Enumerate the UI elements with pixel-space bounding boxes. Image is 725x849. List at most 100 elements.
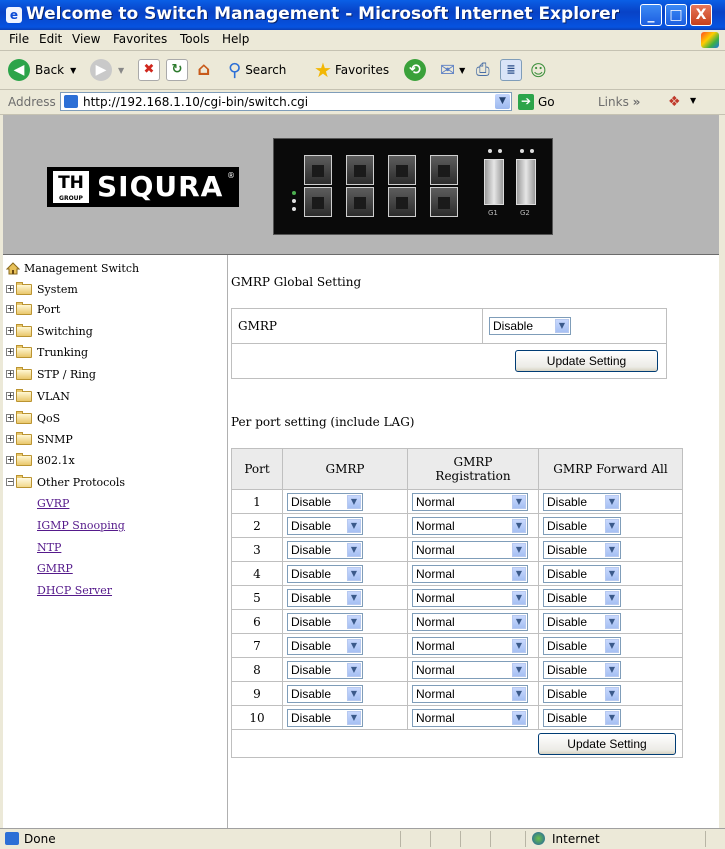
menu-help[interactable]: Help (222, 32, 249, 46)
registration-select[interactable]: Normal ▼ (412, 708, 528, 727)
expand-plus-icon[interactable]: + (6, 456, 14, 464)
global-gmrp-select[interactable]: Disable ▼ (489, 317, 571, 335)
home-icon (6, 261, 20, 274)
menu-favorites[interactable]: Favorites (113, 32, 167, 46)
registration-cell: Normal ▼ (407, 681, 539, 706)
gmrp-select[interactable]: Disable ▼ (287, 588, 363, 607)
sidebar-item-snmp[interactable]: + SNMP (6, 430, 73, 448)
registration-select[interactable]: Normal ▼ (412, 612, 528, 631)
forward-all-select[interactable]: Disable ▼ (543, 636, 621, 655)
registration-select[interactable]: Normal ▼ (412, 636, 528, 655)
collapse-minus-icon[interactable]: − (6, 478, 14, 486)
expand-plus-icon[interactable]: + (6, 305, 14, 313)
sidebar-item-stp-ring[interactable]: + STP / Ring (6, 365, 96, 383)
gmrp-select[interactable]: Disable ▼ (287, 684, 363, 703)
menu-view[interactable]: View (72, 32, 100, 46)
open-folder-icon (16, 474, 32, 488)
maximize-button[interactable]: □ (665, 4, 687, 26)
favorites-star-icon: ★ (314, 58, 332, 82)
registration-select[interactable]: Normal ▼ (412, 588, 528, 607)
gmrp-select[interactable]: Disable ▼ (287, 636, 363, 655)
print-button[interactable]: ⎙ (476, 58, 490, 82)
sidebar-item-switching[interactable]: + Switching (6, 322, 93, 340)
sidebar-item-system[interactable]: + System (6, 280, 78, 298)
home-button[interactable]: ⌂ (194, 58, 214, 82)
expand-plus-icon[interactable]: + (6, 392, 14, 400)
port-number: 5 (231, 585, 283, 610)
forward-all-select[interactable]: Disable ▼ (543, 540, 621, 559)
sidebar-item-port[interactable]: + Port (6, 300, 60, 318)
forward-all-select[interactable]: Disable ▼ (543, 516, 621, 535)
menu-tools[interactable]: Tools (180, 32, 210, 46)
close-button[interactable]: X (690, 4, 712, 26)
forward-button[interactable]: ▶ ▼ (90, 58, 124, 82)
forward-all-select[interactable]: Disable ▼ (543, 684, 621, 703)
registration-select[interactable]: Normal ▼ (412, 540, 528, 559)
forward-all-select[interactable]: Disable ▼ (543, 564, 621, 583)
back-button[interactable]: ◀ Back ▼ (8, 58, 76, 82)
registration-select[interactable]: Normal ▼ (412, 492, 528, 511)
expand-plus-icon[interactable]: + (6, 370, 14, 378)
registration-cell: Normal ▼ (407, 561, 539, 586)
sidebar-link-igmp-snooping[interactable]: IGMP Snooping (37, 519, 125, 532)
favorites-button[interactable]: ★ Favorites (314, 58, 389, 82)
refresh-button[interactable]: ↻ (166, 58, 188, 82)
forward-all-select[interactable]: Disable ▼ (543, 708, 621, 727)
forward-all-select[interactable]: Disable ▼ (543, 492, 621, 511)
sidebar-item-qos[interactable]: + QoS (6, 409, 60, 427)
sidebar-item-other-protocols[interactable]: − Other Protocols (6, 473, 125, 491)
forward-all-select[interactable]: Disable ▼ (543, 612, 621, 631)
forward-all-select[interactable]: Disable ▼ (543, 588, 621, 607)
menu-file[interactable]: File (9, 32, 29, 46)
forward-all-select[interactable]: Disable ▼ (543, 660, 621, 679)
registration-select[interactable]: Normal ▼ (412, 564, 528, 583)
registration-select[interactable]: Normal ▼ (412, 516, 528, 535)
page-done-icon (5, 832, 19, 845)
chevron-down-icon: ▼ (605, 662, 619, 677)
edit-page-icon: ≣ (500, 59, 522, 81)
gmrp-select[interactable]: Disable ▼ (287, 564, 363, 583)
sidebar-link-gvrp[interactable]: GVRP (37, 497, 69, 510)
messenger-button[interactable]: ☺ (530, 58, 547, 82)
history-button[interactable]: ⟲ (404, 58, 426, 82)
sidebar-item-vlan[interactable]: + VLAN (6, 387, 70, 405)
gmrp-select[interactable]: Disable ▼ (287, 660, 363, 679)
mail-button[interactable]: ✉ ▼ (440, 58, 465, 82)
links-button[interactable]: Links » (598, 95, 640, 109)
select-value: Disable (291, 710, 332, 725)
sidebar-item-trunking[interactable]: + Trunking (6, 343, 88, 361)
address-input[interactable]: http://192.168.1.10/cgi-bin/switch.cgi ▼ (60, 92, 512, 111)
forward-all-cell: Disable ▼ (538, 609, 683, 634)
gmrp-select[interactable]: Disable ▼ (287, 492, 363, 511)
address-dropdown-icon[interactable]: ▼ (495, 94, 510, 109)
gmrp-select[interactable]: Disable ▼ (287, 540, 363, 559)
stop-button[interactable]: ✖ (138, 58, 160, 82)
gmrp-select[interactable]: Disable ▼ (287, 612, 363, 631)
edit-button[interactable]: ≣ (500, 58, 522, 82)
sfp-port-icon (516, 159, 536, 205)
minimize-button[interactable]: _ (640, 4, 662, 26)
sidebar-link-dhcp-server[interactable]: DHCP Server (37, 584, 112, 597)
extra-dropdown-icon[interactable]: ▼ (690, 96, 696, 105)
global-update-setting-button[interactable]: Update Setting (515, 350, 658, 372)
sidebar-link-gmrp[interactable]: GMRP (37, 562, 73, 575)
sidebar-link-ntp[interactable]: NTP (37, 541, 61, 554)
menu-edit[interactable]: Edit (39, 32, 62, 46)
select-value: Disable (291, 494, 332, 509)
sidebar-item-8021x[interactable]: +802.1x (6, 451, 75, 469)
expand-plus-icon[interactable]: + (6, 414, 14, 422)
registration-select[interactable]: Normal ▼ (412, 660, 528, 679)
go-button[interactable]: ➔ Go (518, 94, 555, 110)
per-port-update-setting-button[interactable]: Update Setting (538, 732, 676, 755)
expand-plus-icon[interactable]: + (6, 327, 14, 335)
search-button[interactable]: ⚲ Search (228, 58, 286, 82)
expand-plus-icon[interactable]: + (6, 435, 14, 443)
port-number: 2 (231, 513, 283, 538)
gmrp-select[interactable]: Disable ▼ (287, 708, 363, 727)
toolbar-extra-icon[interactable]: ❖ (668, 94, 681, 110)
expand-plus-icon[interactable]: + (6, 348, 14, 356)
registration-select[interactable]: Normal ▼ (412, 684, 528, 703)
gmrp-select[interactable]: Disable ▼ (287, 516, 363, 535)
tree-root-item[interactable]: Management Switch (6, 259, 139, 277)
expand-plus-icon[interactable]: + (6, 285, 14, 293)
